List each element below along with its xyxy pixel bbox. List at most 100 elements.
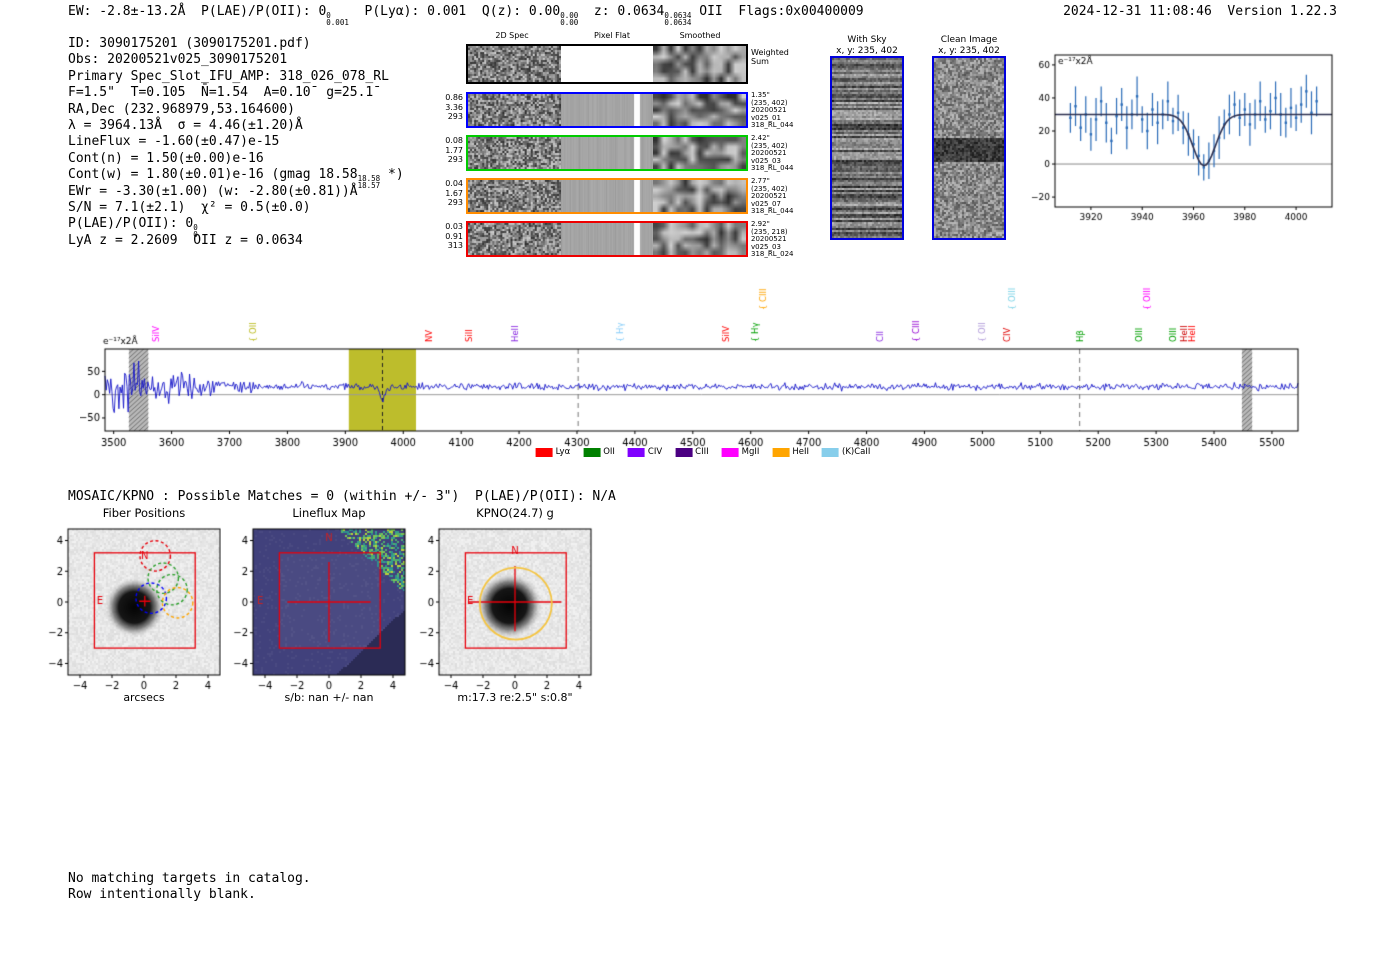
- stacked-value: 0.06340.0634: [664, 12, 691, 27]
- spec2d-image: [468, 137, 561, 169]
- legend-swatch: [628, 448, 645, 457]
- info-line: Cont(n) = 1.50(±0.00)e-16: [68, 151, 404, 167]
- info-line: LyA z = 2.2609 OII z = 0.0634: [68, 233, 404, 249]
- legend-item: CIII: [675, 447, 708, 457]
- clean-image-title: Clean Image: [938, 35, 1000, 46]
- legend-label: MgII: [742, 447, 760, 457]
- info-line: ID: 3090175201 (3090175201.pdf): [68, 36, 404, 52]
- pixelflat-image: [561, 223, 654, 255]
- right-label: 318_RL_044: [751, 122, 799, 130]
- spec2d-left-labels: 0.081.77293: [437, 136, 463, 165]
- full-spectrum-plot: [80, 262, 1310, 452]
- info-text: *): [380, 167, 403, 182]
- legend-label: OII: [603, 447, 615, 457]
- right-label: 318_RL_024: [751, 251, 799, 259]
- left-label: 293: [437, 112, 463, 122]
- mosaic-status-line: MOSAIC/KPNO : Possible Matches = 0 (with…: [68, 489, 616, 504]
- clean-image: [932, 56, 1006, 240]
- spec2d-image: [468, 180, 561, 212]
- left-label: 0.08: [437, 136, 463, 146]
- spec2d-row: [466, 44, 748, 84]
- elixer-report-page: EW: -2.8±-13.2Å P(LAE)/P(OII): 000.001 P…: [0, 0, 1400, 953]
- info-line: Primary Spec_Slot_IFU_AMP: 318_026_078_R…: [68, 69, 404, 85]
- pixelflat-image: [561, 180, 654, 212]
- clean-image-header: Clean Image x, y: 235, 402: [938, 35, 1000, 57]
- info-text: P(LAE)/P(OII): 0: [68, 216, 193, 231]
- pixelflat-empty-cell: [561, 46, 654, 82]
- info-line: LineFlux = -1.60(±0.47)e-15: [68, 134, 404, 150]
- footer-notes: No matching targets in catalog. Row inte…: [68, 871, 311, 903]
- stacked-value: 18.5818.57: [358, 175, 381, 190]
- spec2d-col-title: Pixel Flat: [594, 31, 630, 40]
- stack-bottom: 18.57: [358, 182, 381, 190]
- legend-swatch: [772, 448, 789, 457]
- spec2d-left-labels: 0.041.67293: [437, 179, 463, 208]
- fiber-positions-cutout: [36, 523, 241, 693]
- left-label: 0.91: [437, 232, 463, 242]
- header-text: z: 0.0634: [578, 4, 664, 19]
- legend-label: HeII: [792, 447, 809, 457]
- left-label: 313: [437, 241, 463, 251]
- stacked-value: 00.001: [326, 12, 349, 27]
- legend-item: (K)CaII: [822, 447, 870, 457]
- cutout-title-kpno: KPNO(24.7) g: [476, 506, 554, 520]
- spec2d-col-title: Smoothed: [680, 31, 721, 40]
- header-timestamp: 2024-12-31 11:08:46 Version 1.22.3: [1063, 4, 1337, 19]
- lineflux-map-cutout: [221, 523, 426, 693]
- pixelflat-image: [561, 137, 654, 169]
- right-label: 318_RL_044: [751, 165, 799, 173]
- spec2d-row: [466, 135, 748, 171]
- smoothed-image: [653, 94, 746, 126]
- weighted-sum-line: Sum: [751, 57, 789, 66]
- info-line: RA,Dec (232.968979,53.164600): [68, 102, 404, 118]
- spec2d-col-title: 2D Spec: [495, 31, 528, 40]
- legend-item: HeII: [772, 447, 809, 457]
- weighted-sum-line: Weighted: [751, 48, 789, 57]
- cutout-xlabel-arcsecs: arcsecs: [123, 691, 164, 704]
- spec2d-right-labels: 2.42"(235, 402)20200521v025_03318_RL_044: [751, 135, 799, 173]
- left-label: 293: [437, 155, 463, 165]
- spectrum-legend: Lyα OII CIV CIII MgII HeII (K)CaII: [536, 447, 871, 457]
- legend-label: CIII: [695, 447, 708, 457]
- stack-bottom: 0.001: [326, 19, 349, 27]
- footer-line-2: Row intentionally blank.: [68, 887, 311, 903]
- left-label: 1.67: [437, 189, 463, 199]
- info-line: F=1.5" T=0.105 N̄=1.54 A=0.10̄ g=25.1̄: [68, 85, 404, 101]
- spec2d-left-labels: 0.030.91313: [437, 222, 463, 251]
- info-line: S/N = 7.1(±2.1) χ² = 0.5(±0.0): [68, 200, 404, 216]
- spec2d-right-labels: 1.35"(235, 402)20200521v025_01318_RL_044: [751, 92, 799, 130]
- legend-swatch: [722, 448, 739, 457]
- pixelflat-image: [561, 94, 654, 126]
- cutout-xlabel-mag: m:17.3 re:2.5" s:0.8": [457, 691, 572, 704]
- header-stats: EW: -2.8±-13.2Å P(LAE)/P(OII): 000.001 P…: [68, 4, 864, 27]
- legend-swatch: [822, 448, 839, 457]
- legend-item: Lyα: [536, 447, 571, 457]
- withsky-title: With Sky: [836, 35, 898, 46]
- left-label: 0.03: [437, 222, 463, 232]
- smoothed-image: [653, 223, 746, 255]
- legend-label: CIV: [648, 447, 662, 457]
- stack-bottom: 0.0634: [664, 19, 691, 27]
- smoothed-image: [653, 46, 746, 82]
- right-label: 318_RL_044: [751, 208, 799, 216]
- weighted-sum-label: WeightedSum: [751, 48, 789, 66]
- info-line: EWr = -3.30(±1.00) (w: -2.80(±0.81))Å: [68, 184, 404, 200]
- spec2d-right-labels: 2.77"(235, 402)20200521v025_07318_RL_044: [751, 178, 799, 216]
- cutout-title-lineflux-map: Lineflux Map: [292, 506, 365, 520]
- left-label: 0.86: [437, 93, 463, 103]
- spec2d-left-labels: 0.863.36293: [437, 93, 463, 122]
- info-text: Cont(w) = 1.80(±0.01)e-16 (gmag 18.58: [68, 167, 358, 182]
- legend-swatch: [675, 448, 692, 457]
- smoothed-image: [653, 137, 746, 169]
- cutout-xlabel-sb: s/b: nan +/- nan: [285, 691, 374, 704]
- withsky-image: [830, 56, 904, 240]
- stack-bottom: 0.00: [560, 19, 578, 27]
- info-line: P(LAE)/P(OII): 000: [68, 216, 404, 232]
- kpno-image-cutout: [407, 523, 612, 693]
- left-label: 293: [437, 198, 463, 208]
- spec2d-image: [468, 223, 561, 255]
- legend-item: OII: [583, 447, 615, 457]
- footer-line-1: No matching targets in catalog.: [68, 871, 311, 887]
- spec2d-right-labels: 2.92"(235, 218)20200521v025_03318_RL_024: [751, 221, 799, 259]
- info-block: ID: 3090175201 (3090175201.pdf)Obs: 2020…: [68, 36, 404, 249]
